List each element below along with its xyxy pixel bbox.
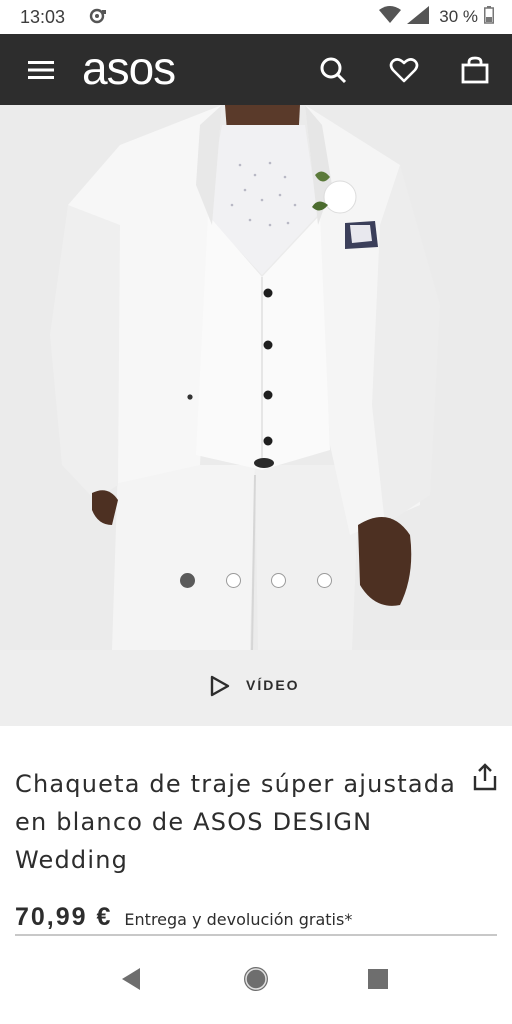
carousel-dots [0,573,512,593]
share-icon[interactable] [470,762,500,796]
bag-icon[interactable] [460,55,490,85]
signal-icon [407,6,430,28]
product-title: Chaqueta de traje súper ajustada en blan… [15,770,457,874]
recents-icon[interactable] [367,968,389,994]
app-header: asos [0,34,512,105]
asos-logo[interactable]: asos [82,42,176,94]
carousel-dot[interactable] [226,573,241,588]
carousel-dot[interactable] [271,573,286,588]
battery-icon [484,6,494,28]
menu-icon[interactable] [26,55,56,85]
carousel-dot[interactable] [317,573,332,588]
heart-icon[interactable] [389,55,419,85]
home-icon[interactable] [242,965,270,997]
status-bar: 13:03 30 % [0,0,512,34]
battery-percent: 30 % [439,7,478,26]
video-label: VÍDEO [246,677,300,693]
wifi-icon [379,6,402,28]
play-icon [209,675,231,701]
product-image[interactable] [0,105,512,650]
notification-icon [88,8,108,28]
status-time: 13:03 [20,7,66,27]
carousel-dot[interactable] [180,573,195,588]
price-row: 70,99 € Entrega y devolución gratis* [15,903,352,932]
video-button[interactable]: VÍDEO [0,650,512,726]
search-icon[interactable] [318,55,348,85]
system-nav-bar [0,936,512,1024]
back-icon[interactable] [118,966,144,996]
product-photo [0,105,512,650]
delivery-info[interactable]: Entrega y devolución gratis* [124,910,352,929]
product-price: 70,99 € [15,903,113,931]
